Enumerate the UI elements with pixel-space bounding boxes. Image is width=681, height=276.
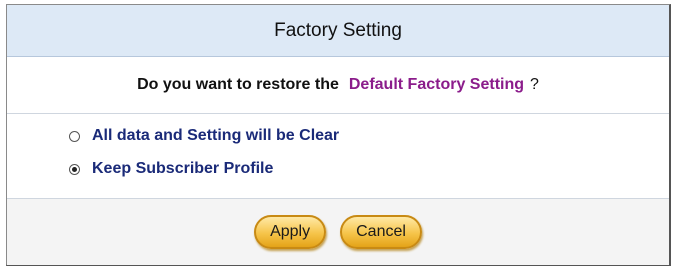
- title-bar: Factory Setting: [7, 5, 669, 57]
- apply-button[interactable]: Apply: [254, 215, 327, 249]
- panel-title: Factory Setting: [274, 19, 402, 41]
- button-row: Apply Cancel: [7, 199, 669, 265]
- factory-setting-panel: Factory Setting Do you want to restore t…: [6, 4, 671, 266]
- option-clear-all-label: All data and Setting will be Clear: [92, 127, 340, 144]
- option-keep-profile-label: Keep Subscriber Profile: [92, 160, 274, 177]
- radio-keep-profile[interactable]: [69, 163, 80, 175]
- option-clear-all[interactable]: All data and Setting will be Clear: [69, 127, 339, 145]
- radio-clear-all[interactable]: [69, 130, 80, 142]
- cancel-button[interactable]: Cancel: [340, 215, 422, 249]
- restore-question: Do you want to restore the Default Facto…: [7, 57, 669, 114]
- option-keep-profile[interactable]: Keep Subscriber Profile: [69, 160, 273, 178]
- restore-options: All data and Setting will be Clear Keep …: [7, 115, 669, 199]
- question-prefix: Do you want to restore the: [137, 76, 339, 93]
- question-highlight: Default Factory Setting: [348, 76, 525, 93]
- question-mark: ?: [530, 76, 539, 93]
